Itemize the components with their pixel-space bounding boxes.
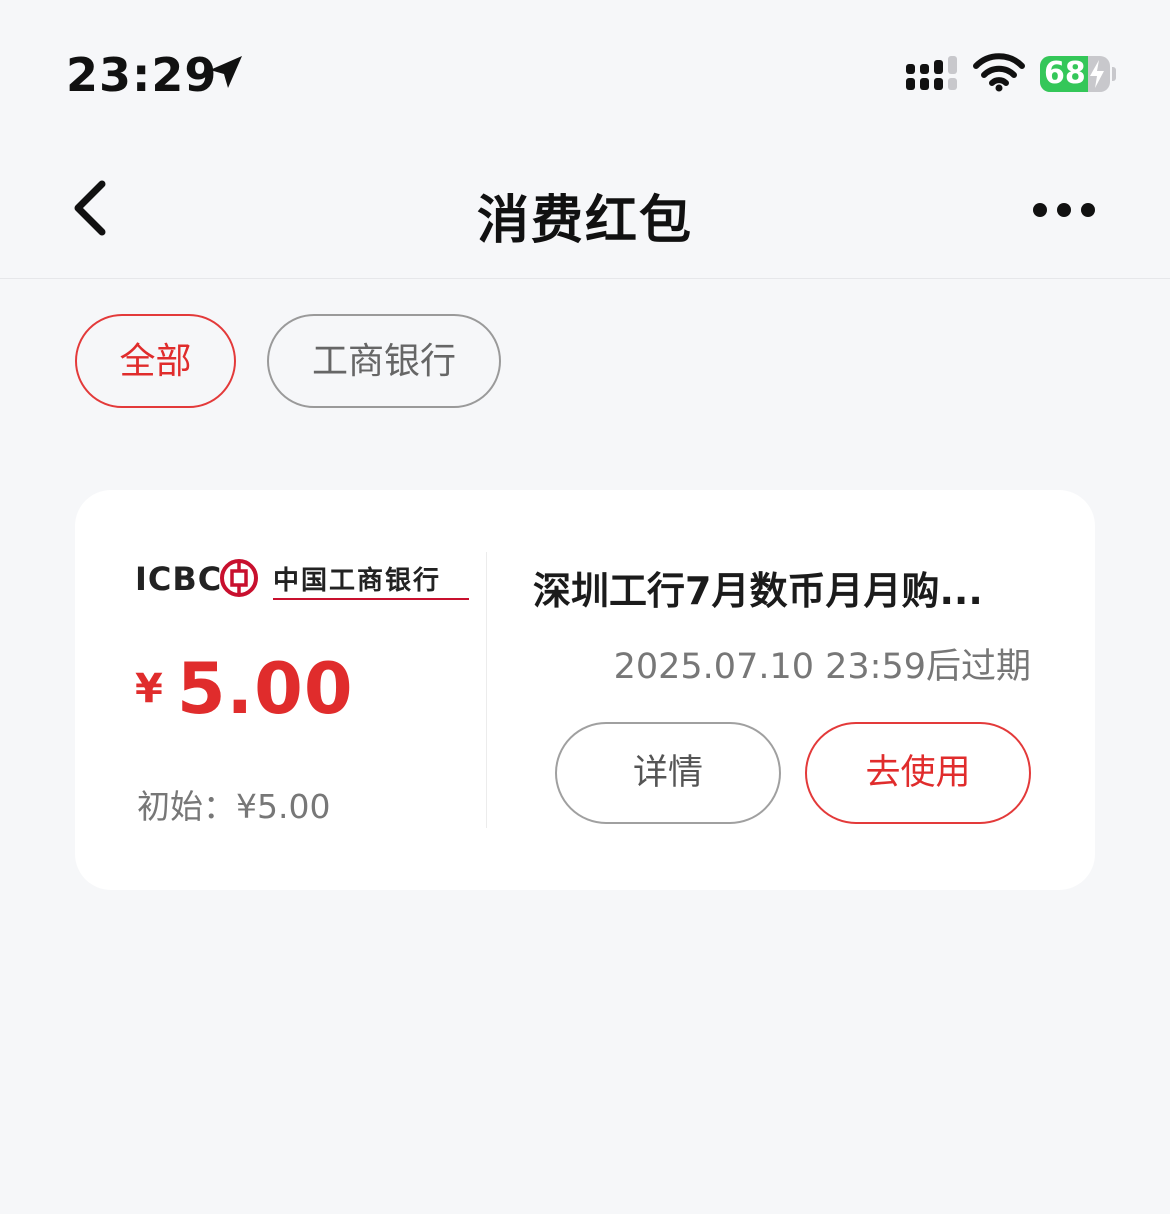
location-arrow-icon: [210, 56, 242, 88]
filter-chip-icbc[interactable]: 工商银行: [267, 314, 501, 408]
initial-amount: 初始：¥5.00: [137, 780, 330, 828]
voucher-title: 深圳工行7月数币月月购...: [533, 569, 983, 613]
battery-cap: [1112, 67, 1116, 81]
initial-value: ¥5.00: [236, 787, 331, 826]
battery-icon: 68: [1040, 56, 1110, 92]
voucher-amount: ¥5.00: [135, 648, 354, 730]
status-time: 23:29: [66, 48, 218, 102]
status-bar: 23:29 68: [0, 0, 1170, 140]
filter-chip-all[interactable]: 全部: [75, 314, 236, 408]
more-button[interactable]: [1026, 194, 1102, 226]
amount-value: 5.00: [176, 648, 354, 730]
expiry-text: 2025.07.10 23:59后过期: [613, 647, 1031, 687]
bank-abbr: ICBC: [135, 560, 223, 598]
use-button[interactable]: 去使用: [805, 722, 1031, 824]
charging-bolt-icon: [1090, 60, 1104, 88]
icbc-emblem-icon: [220, 559, 258, 597]
battery-level: 68: [1044, 56, 1086, 91]
detail-button[interactable]: 详情: [555, 722, 781, 824]
currency-symbol: ¥: [135, 666, 163, 712]
initial-label: 初始：: [137, 787, 236, 826]
bank-logo: ICBC 中国工商银行: [135, 556, 475, 604]
card-divider: [486, 552, 487, 828]
wifi-icon: [973, 53, 1025, 92]
cellular-signal-icon: [906, 56, 957, 90]
more-dots-icon: [1033, 203, 1095, 217]
bank-name: 中国工商银行: [273, 566, 442, 596]
page-title: 消费红包: [476, 191, 693, 251]
voucher-card[interactable]: ICBC 中国工商银行 ¥5.00 初始：¥5.00 深圳工行7月数币月月购..…: [75, 490, 1095, 890]
nav-bar: 消费红包: [0, 140, 1170, 279]
bank-name-underline: [273, 598, 469, 600]
